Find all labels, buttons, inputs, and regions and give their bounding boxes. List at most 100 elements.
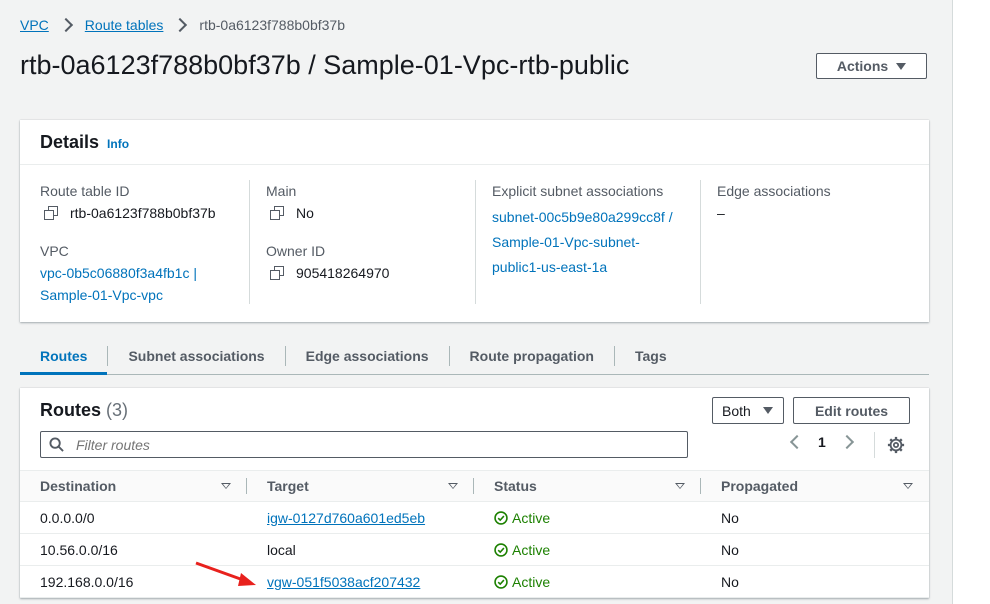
tab-bar: Routes Subnet associations Edge associat… bbox=[20, 338, 929, 375]
table-row: 192.168.0.0/16 vgw-051f5038acf207432 Act… bbox=[20, 565, 929, 598]
edit-routes-button[interactable]: Edit routes bbox=[793, 397, 910, 424]
column-header-status[interactable]: Status bbox=[474, 470, 701, 502]
route-filter-value: Both bbox=[722, 402, 751, 419]
details-col-3: Explicit subnet associations subnet-00c5… bbox=[492, 180, 673, 278]
breadcrumb-vpc[interactable]: VPC bbox=[20, 17, 49, 33]
main-label: Main bbox=[266, 183, 297, 199]
column-header-label: Target bbox=[267, 478, 309, 494]
details-title: Details bbox=[40, 131, 100, 152]
route-table-id-label: Route table ID bbox=[40, 183, 130, 199]
actions-label: Actions bbox=[836, 58, 889, 74]
caret-down-icon bbox=[762, 407, 773, 414]
status-cell: Active bbox=[474, 565, 701, 598]
edge-associations-value: – bbox=[717, 205, 725, 221]
edge-associations-label: Edge associations bbox=[717, 183, 831, 199]
gear-icon[interactable] bbox=[887, 436, 905, 454]
sort-icon[interactable] bbox=[903, 483, 913, 489]
propagated-cell: No bbox=[701, 533, 929, 566]
target-cell: vgw-051f5038acf207432 bbox=[247, 565, 474, 598]
sort-icon[interactable] bbox=[448, 483, 458, 489]
check-circle-icon bbox=[494, 574, 508, 589]
table-row: 0.0.0.0/0 igw-0127d760a601ed5eb Active N… bbox=[20, 501, 929, 534]
column-header-destination[interactable]: Destination bbox=[20, 470, 247, 502]
routes-title-text: Routes bbox=[40, 400, 102, 420]
status-cell: Active bbox=[474, 501, 701, 534]
chevron-left-icon[interactable] bbox=[789, 434, 805, 450]
column-divider bbox=[700, 180, 701, 304]
status-text: Active bbox=[512, 573, 551, 590]
column-header-target[interactable]: Target bbox=[247, 470, 474, 502]
route-filter-select[interactable]: Both bbox=[712, 397, 784, 424]
info-link[interactable]: Info bbox=[107, 137, 129, 151]
route-table-id-value: rtb-0a6123f788b0bf37b bbox=[40, 202, 216, 224]
explicit-subnet-label: Explicit subnet associations bbox=[492, 183, 664, 199]
status-text: Active bbox=[512, 541, 551, 558]
routes-panel: Routes (3) Both Edit routes 1 Destina bbox=[20, 388, 929, 598]
column-divider bbox=[475, 180, 476, 304]
propagated-cell: No bbox=[701, 501, 929, 534]
owner-id-value: 905418264970 bbox=[266, 262, 389, 284]
pager-divider bbox=[874, 432, 875, 458]
table-row: 10.56.0.0/16 local Active No bbox=[20, 533, 929, 566]
target-cell: local bbox=[247, 533, 474, 566]
column-header-label: Destination bbox=[40, 478, 117, 494]
owner-id-label: Owner ID bbox=[266, 243, 326, 259]
main-value: No bbox=[266, 202, 389, 224]
tab-subnet-associations[interactable]: Subnet associations bbox=[108, 338, 284, 374]
chevron-right-icon[interactable] bbox=[839, 434, 854, 450]
breadcrumb-current: rtb-0a6123f788b0bf37b bbox=[199, 17, 345, 33]
status-cell: Active bbox=[474, 533, 701, 566]
breadcrumb: VPC Route tables rtb-0a6123f788b0bf37b bbox=[20, 17, 345, 33]
explicit-subnet-link-line3[interactable]: public1-us-east-1a bbox=[492, 256, 673, 278]
details-panel: Details Info Route table ID rtb-0a6123f7… bbox=[20, 120, 929, 322]
route-table-id-text: rtb-0a6123f788b0bf37b bbox=[70, 205, 216, 221]
sort-icon[interactable] bbox=[221, 483, 231, 489]
routes-title: Routes (3) bbox=[40, 400, 128, 421]
copy-icon[interactable] bbox=[270, 266, 284, 280]
column-header-label: Status bbox=[494, 478, 537, 494]
tab-route-propagation[interactable]: Route propagation bbox=[450, 338, 614, 374]
column-header-label: Propagated bbox=[721, 478, 799, 494]
tab-tags[interactable]: Tags bbox=[615, 338, 687, 374]
breadcrumb-route-tables[interactable]: Route tables bbox=[85, 17, 164, 33]
actions-button[interactable]: Actions bbox=[816, 53, 927, 79]
page-title: rtb-0a6123f788b0bf37b / Sample-01-Vpc-rt… bbox=[20, 50, 630, 80]
target-text: local bbox=[267, 541, 296, 558]
filter-routes-field[interactable] bbox=[40, 431, 688, 458]
vpc-label: VPC bbox=[40, 243, 69, 259]
table-header-row: Destination Target Status Propagated bbox=[20, 470, 929, 502]
owner-id-text: 905418264970 bbox=[296, 265, 390, 281]
caret-down-icon bbox=[896, 62, 907, 70]
filter-routes-input[interactable] bbox=[74, 435, 658, 454]
vpc-link-line1[interactable]: vpc-0b5c06880f3a4fb1c | bbox=[40, 262, 216, 284]
explicit-subnet-link-line2[interactable]: Sample-01-Vpc-subnet- bbox=[492, 231, 673, 253]
copy-icon[interactable] bbox=[44, 206, 58, 220]
copy-icon[interactable] bbox=[270, 206, 284, 220]
tab-edge-associations[interactable]: Edge associations bbox=[286, 338, 449, 374]
vpc-link-line2[interactable]: Sample-01-Vpc-vpc bbox=[40, 284, 216, 306]
search-icon bbox=[49, 437, 64, 452]
chevron-right-icon bbox=[58, 17, 73, 33]
annotation-arrow-icon bbox=[195, 561, 256, 586]
routes-table: Destination Target Status Propagated 0.0… bbox=[20, 470, 929, 598]
propagated-cell: No bbox=[701, 565, 929, 598]
pagination: 1 bbox=[789, 434, 854, 450]
page-number[interactable]: 1 bbox=[818, 434, 826, 450]
target-link[interactable]: vgw-051f5038acf207432 bbox=[267, 574, 420, 590]
destination-cell: 0.0.0.0/0 bbox=[20, 501, 247, 534]
details-header: Details Info bbox=[20, 120, 929, 165]
details-col-1: Route table ID rtb-0a6123f788b0bf37b VPC… bbox=[40, 180, 216, 306]
chevron-right-icon bbox=[173, 17, 188, 33]
tab-routes[interactable]: Routes bbox=[20, 338, 108, 375]
target-cell: igw-0127d760a601ed5eb bbox=[247, 501, 474, 534]
status-text: Active bbox=[512, 509, 551, 526]
target-link[interactable]: igw-0127d760a601ed5eb bbox=[267, 510, 425, 526]
column-header-propagated[interactable]: Propagated bbox=[701, 470, 929, 502]
right-edge-panel bbox=[952, 0, 990, 604]
check-circle-icon bbox=[494, 510, 508, 525]
check-circle-icon bbox=[494, 542, 508, 557]
explicit-subnet-link-line1[interactable]: subnet-00c5b9e80a299cc8f / bbox=[492, 206, 673, 228]
sort-icon[interactable] bbox=[675, 483, 685, 489]
main-text: No bbox=[296, 205, 314, 221]
routes-count: (3) bbox=[106, 400, 129, 420]
